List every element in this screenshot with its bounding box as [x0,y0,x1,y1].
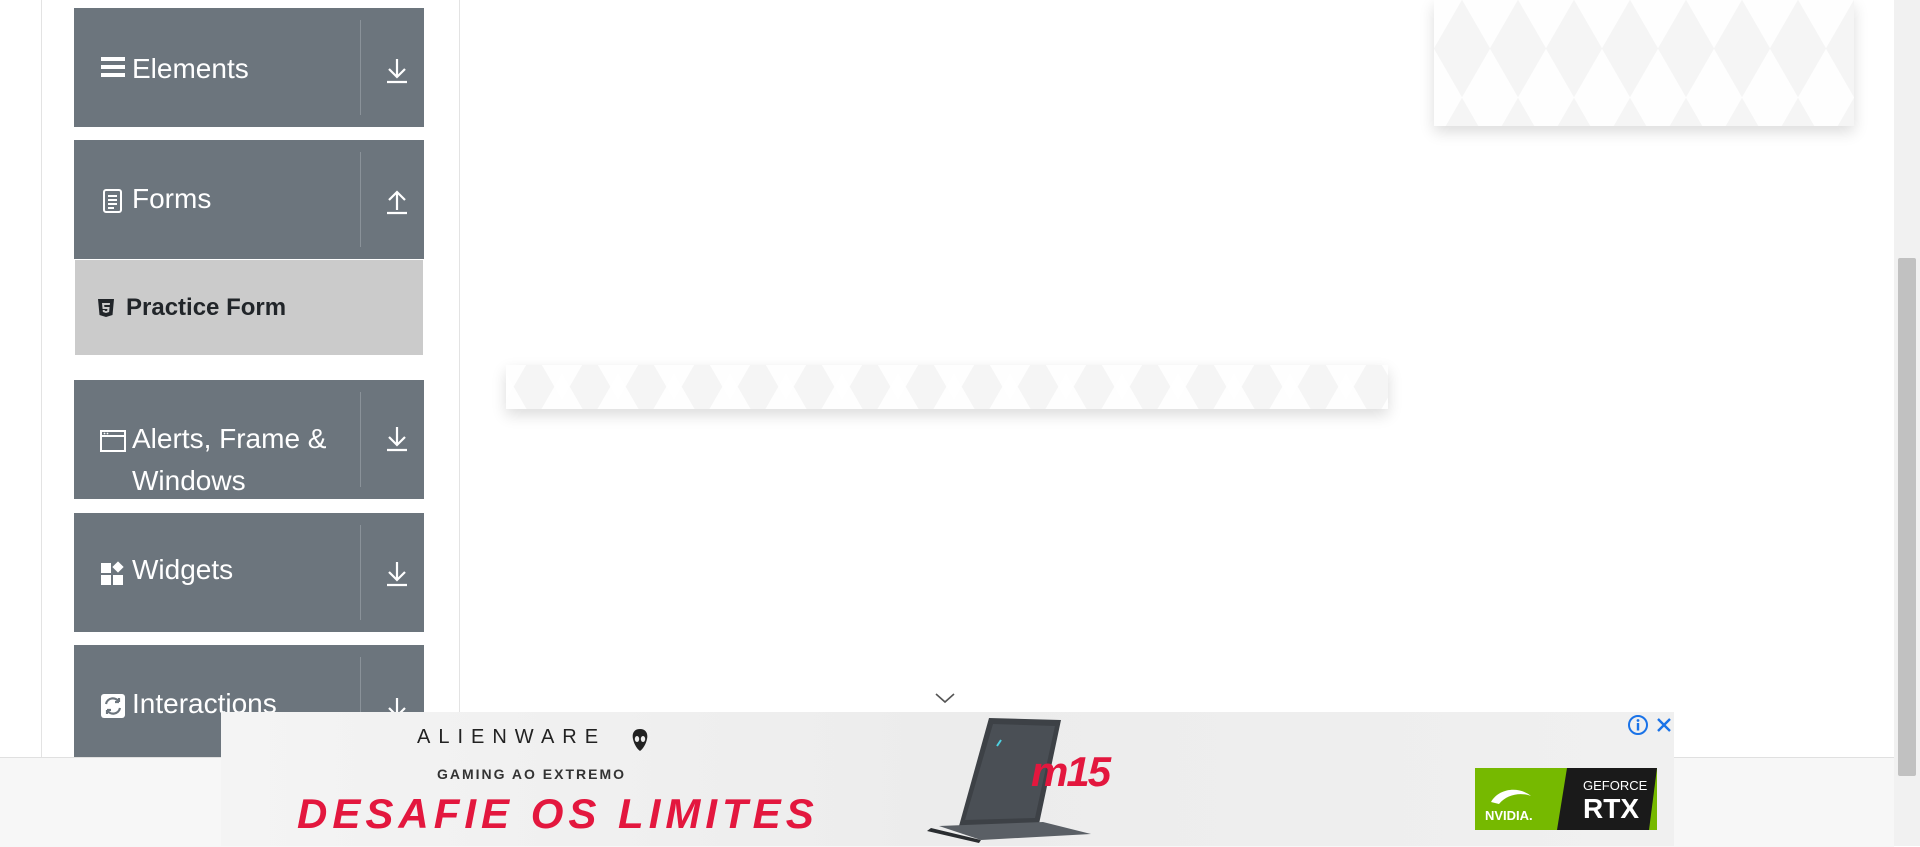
vertical-scrollbar[interactable] [1894,0,1920,846]
advertisement-banner[interactable]: ALIENWARE GAMING AO EXTREMO DESAFIE OS L… [221,712,1674,846]
group-forms[interactable]: Forms [74,140,424,259]
group-alerts-frame-windows[interactable]: Alerts, Frame & Windows [74,380,424,499]
group-elements[interactable]: Elements [74,8,424,127]
group-label: Alerts, Frame & Windows [132,423,327,496]
html5-icon [98,299,114,317]
chevron-down-icon[interactable] [934,690,956,706]
group-label: Forms [132,183,212,214]
ad-model: m15 [1031,748,1111,795]
widgets-icon [101,561,124,585]
group-separator [360,152,361,247]
sidebar-divider [459,0,460,757]
sidebar-item-practice-form[interactable]: Practice Form [75,260,423,355]
group-separator [360,525,361,620]
group-label: Widgets [132,554,234,585]
ad-placeholder-banner [506,365,1388,409]
alien-head-icon [632,729,648,751]
group-separator [360,20,361,115]
badge-main: RTX [1583,793,1639,824]
sidebar-item-label: Practice Form [126,294,287,321]
group-widgets[interactable]: Widgets [74,513,424,632]
group-separator [360,392,361,487]
ad-placeholder-card [1434,0,1854,126]
badge-brand: NVIDIA. [1485,808,1533,823]
group-label: Elements [132,53,249,84]
scrollbar-thumb[interactable] [1898,258,1916,776]
ad-headline: DESAFIE OS LIMITES [297,790,819,837]
left-border [41,0,42,757]
badge-top: GEFORCE [1583,778,1648,793]
download-arrow-icon[interactable] [382,56,412,86]
ad-brand: ALIENWARE [417,726,607,748]
document-icon [103,189,122,213]
nvidia-rtx-badge: NVIDIA. GEFORCE RTX [1475,768,1657,830]
upload-arrow-icon[interactable] [382,186,412,216]
window-icon [100,430,126,452]
hamburger-icon [101,57,125,77]
download-arrow-icon[interactable] [382,424,412,454]
close-icon[interactable] [1653,714,1674,736]
interactions-icon [101,694,125,718]
ad-tagline: GAMING AO EXTREMO [437,766,627,782]
info-icon[interactable] [1627,714,1649,736]
download-arrow-icon[interactable] [382,559,412,589]
